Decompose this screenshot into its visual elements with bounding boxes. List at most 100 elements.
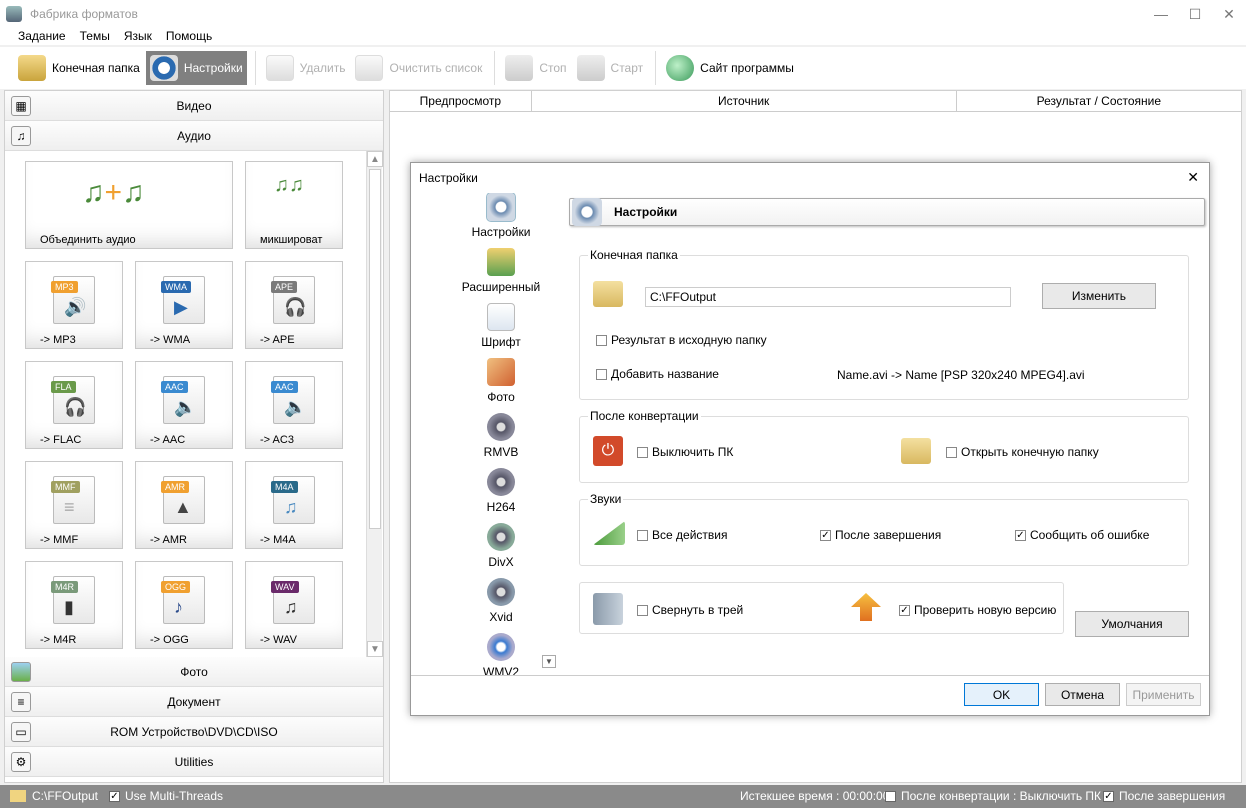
format-tag: AAC <box>161 381 188 393</box>
amr-tile[interactable]: AMR ▲ -> AMR <box>135 461 233 549</box>
report-error-checkbox[interactable]: ✓ Сообщить об ошибке <box>1015 528 1149 542</box>
checkbox-box[interactable]: ✓ <box>1015 529 1026 541</box>
group-title: Звуки <box>588 492 624 506</box>
wma-file-icon: WMA ▶ <box>161 276 205 324</box>
m4a-tile[interactable]: M4A ♫ -> M4A <box>245 461 343 549</box>
defaults-button[interactable]: Умолчания <box>1075 611 1189 637</box>
stop-button[interactable]: Стоп <box>501 51 570 85</box>
menu-language[interactable]: Язык <box>124 29 152 43</box>
nav-scroll-down-icon[interactable]: ▼ <box>542 655 556 668</box>
tile-scrollbar[interactable]: ▲ ▼ <box>366 151 383 657</box>
tile-label: -> WAV <box>260 634 297 646</box>
category-video[interactable]: ▦ Видео <box>5 91 383 121</box>
nav-photo[interactable]: Фото <box>441 358 561 413</box>
checkbox-box[interactable] <box>885 790 896 802</box>
status-shutdown-checkbox[interactable]: После конвертации : Выключить ПК <box>885 789 1101 803</box>
nav-wmv2[interactable]: WMV2 <box>441 633 561 675</box>
checkbox-box[interactable]: ✓ <box>1103 790 1114 802</box>
aac-tile[interactable]: AAC 🔈 -> AAC <box>135 361 233 449</box>
minimize-tray-checkbox[interactable]: Свернуть в трей <box>637 603 743 617</box>
checkbox-box[interactable] <box>637 604 648 616</box>
scroll-up-icon[interactable]: ▲ <box>367 151 383 167</box>
delete-button[interactable]: Удалить <box>262 51 350 85</box>
column-preview[interactable]: Предпросмотр <box>390 91 532 111</box>
mmf-tile[interactable]: MMF ≡ -> MMF <box>25 461 123 549</box>
dialog-close-icon[interactable]: ✕ <box>1187 169 1199 186</box>
ok-button[interactable]: OK <box>964 683 1039 706</box>
output-folder-button[interactable]: Конечная папка <box>14 51 144 85</box>
output-to-source-checkbox[interactable]: Результат в исходную папку <box>596 333 767 347</box>
scroll-thumb[interactable] <box>369 169 381 529</box>
checkbox-box[interactable]: ✓ <box>109 790 120 802</box>
check-update-checkbox[interactable]: ✓ Проверить новую версию <box>899 603 1056 617</box>
column-result[interactable]: Результат / Состояние <box>957 91 1241 111</box>
minimize-button[interactable]: — <box>1144 0 1178 28</box>
mp3-tile[interactable]: MP3 🔊 -> MP3 <box>25 261 123 349</box>
apply-button[interactable]: Применить <box>1126 683 1201 706</box>
multithreads-checkbox[interactable]: ✓ Use Multi-Threads <box>109 789 223 803</box>
nav-font[interactable]: Шрифт <box>441 303 561 358</box>
category-document[interactable]: ≡ Документ <box>5 687 383 717</box>
checkbox-box[interactable] <box>946 446 957 458</box>
column-source[interactable]: Источник <box>532 91 957 111</box>
checkbox-label: Добавить название <box>611 367 719 381</box>
speaker-icon: 🔈 <box>284 397 307 417</box>
cancel-button[interactable]: Отмена <box>1045 683 1120 706</box>
nav-label: WMV2 <box>483 665 519 675</box>
tile-label: -> MMF <box>40 534 79 546</box>
start-button[interactable]: Старт <box>573 51 648 85</box>
change-folder-button[interactable]: Изменить <box>1042 283 1156 309</box>
category-utilities[interactable]: ⚙ Utilities <box>5 747 383 777</box>
menu-task[interactable]: Задание <box>18 29 66 43</box>
checkbox-label: Все действия <box>652 528 728 542</box>
format-tag: M4R <box>51 581 79 593</box>
nav-xvid[interactable]: Xvid <box>441 578 561 633</box>
checkbox-box[interactable] <box>596 334 607 346</box>
checkbox-box[interactable]: ✓ <box>899 604 910 616</box>
checkbox-box[interactable] <box>637 446 648 458</box>
close-button[interactable]: ✕ <box>1212 0 1246 28</box>
photo-icon <box>487 358 515 386</box>
group-title: Конечная папка <box>588 248 680 262</box>
nav-h264[interactable]: H264 <box>441 468 561 523</box>
maximize-button[interactable]: ☐ <box>1178 0 1212 28</box>
ac3-file-icon: AAC 🔈 <box>271 376 315 424</box>
settings-button[interactable]: Настройки <box>145 51 247 85</box>
ac3-tile[interactable]: AAC 🔈 -> AC3 <box>245 361 343 449</box>
website-button[interactable]: Сайт программы <box>662 51 798 85</box>
status-after-finish-checkbox[interactable]: ✓ После завершения <box>1103 789 1225 803</box>
flac-tile[interactable]: FLA 🎧 -> FLAC <box>25 361 123 449</box>
checkbox-box[interactable]: ✓ <box>820 529 831 541</box>
scroll-down-icon[interactable]: ▼ <box>367 641 383 657</box>
wma-tile[interactable]: WMA ▶ -> WMA <box>135 261 233 349</box>
add-name-checkbox[interactable]: Добавить название <box>596 367 719 381</box>
all-actions-checkbox[interactable]: Все действия <box>637 528 727 542</box>
open-folder-checkbox[interactable]: Открыть конечную папку <box>946 445 1099 459</box>
ogg-tile[interactable]: OGG ♪ -> OGG <box>135 561 233 649</box>
checkbox-box[interactable] <box>596 368 607 380</box>
wav-tile[interactable]: WAV ♫ -> WAV <box>245 561 343 649</box>
merge-audio-tile[interactable]: ♫+♫ Объединить аудио <box>25 161 233 249</box>
nav-divx[interactable]: DivX <box>441 523 561 578</box>
output-path-field[interactable]: C:\FFOutput <box>645 287 1011 307</box>
website-label: Сайт программы <box>700 61 794 75</box>
ape-tile[interactable]: APE 🎧 -> APE <box>245 261 343 349</box>
tile-label: -> AMR <box>150 534 187 546</box>
shutdown-checkbox[interactable]: Выключить ПК <box>637 445 733 459</box>
nav-settings[interactable]: Настройки <box>441 193 561 248</box>
m4r-tile[interactable]: M4R ▮ -> M4R <box>25 561 123 649</box>
category-audio[interactable]: ♫ Аудио <box>5 121 383 151</box>
clear-list-button[interactable]: Очистить список <box>351 51 486 85</box>
menu-themes[interactable]: Темы <box>80 29 110 43</box>
nav-rmvb[interactable]: RMVB <box>441 413 561 468</box>
category-rom[interactable]: ▭ ROM Устройство\DVD\CD\ISO <box>5 717 383 747</box>
nav-advanced[interactable]: Расширенный <box>441 248 561 303</box>
mix-audio-tile[interactable]: ♫♫ микшироват <box>245 161 343 249</box>
menu-help[interactable]: Помощь <box>166 29 212 43</box>
tile-label: -> APE <box>260 334 295 346</box>
after-finish-checkbox[interactable]: ✓ После завершения <box>820 528 941 542</box>
tile-label: -> FLAC <box>40 434 82 446</box>
category-photo[interactable]: Фото <box>5 657 383 687</box>
checkbox-box[interactable] <box>637 529 648 541</box>
status-output-path[interactable]: C:\FFOutput <box>10 789 98 803</box>
